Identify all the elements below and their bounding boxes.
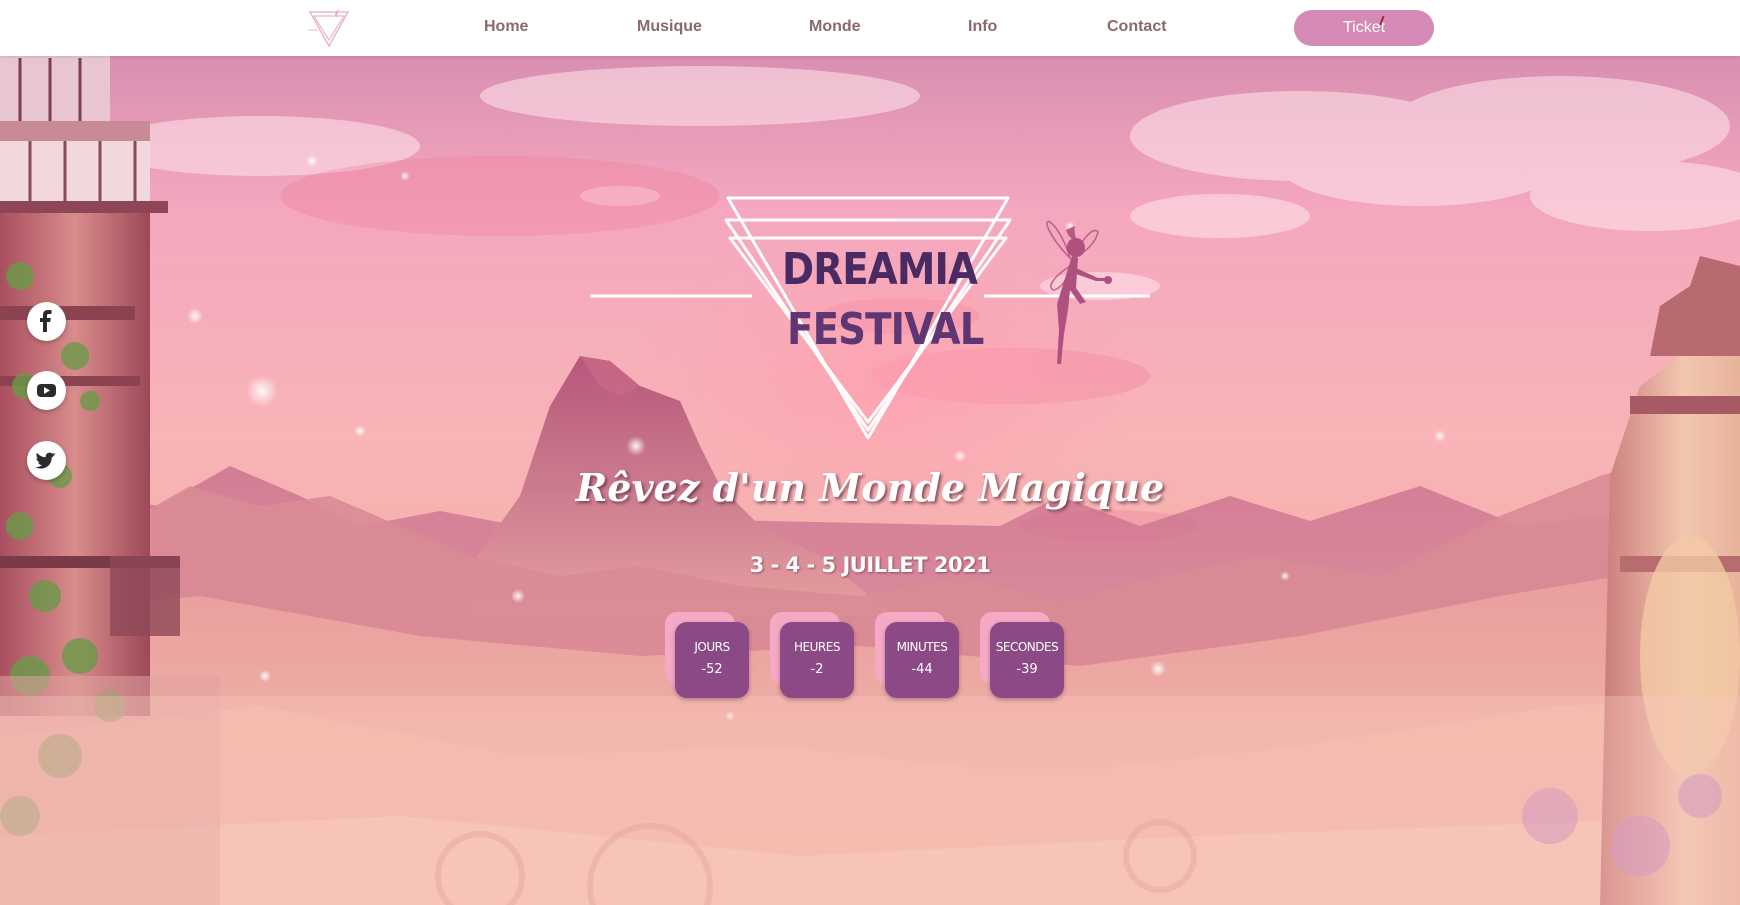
countdown-label: MINUTES xyxy=(896,640,948,654)
nav-link-contact[interactable]: Contact xyxy=(1107,18,1167,36)
nav-link-monde[interactable]: Monde xyxy=(809,18,861,36)
festival-logo-icon[interactable] xyxy=(306,6,352,50)
facebook-button[interactable] xyxy=(27,302,66,341)
fairy-icon xyxy=(1046,220,1112,364)
festival-dates: 3 - 4 - 5 JUILLET 2021 xyxy=(749,553,991,577)
countdown-value: -2 xyxy=(810,662,824,677)
countdown-label: SECONDES xyxy=(995,640,1059,654)
countdown-value: -52 xyxy=(701,662,723,677)
countdown-label: JOURS xyxy=(694,640,730,654)
facebook-icon xyxy=(40,310,52,332)
countdown-card xyxy=(675,622,749,698)
ticket-button[interactable]: Ticket xyxy=(1294,10,1434,46)
countdown-seconds: SECONDES -39 xyxy=(980,612,1064,698)
festival-logo: DREAMIA FESTIVAL xyxy=(588,190,1152,440)
twitter-button[interactable] xyxy=(27,441,66,480)
countdown-value: -44 xyxy=(911,662,933,677)
countdown-card xyxy=(780,622,854,698)
page: Home Musique Monde Info Contact Ticket D… xyxy=(0,0,1740,905)
logo-title-line1: DREAMIA xyxy=(782,244,978,295)
countdown-days: JOURS -52 xyxy=(665,612,749,698)
logo-title-line2: FESTIVAL xyxy=(787,304,984,355)
nav-link-home[interactable]: Home xyxy=(484,18,528,36)
countdown-hours: HEURES -2 xyxy=(770,612,854,698)
countdown-card xyxy=(885,622,959,698)
countdown-label: HEURES xyxy=(794,640,840,654)
nav-link-musique[interactable]: Musique xyxy=(637,18,702,36)
youtube-icon xyxy=(37,384,56,397)
youtube-button[interactable] xyxy=(27,371,66,410)
countdown-value: -39 xyxy=(1016,662,1038,677)
top-navbar: Home Musique Monde Info Contact Ticket xyxy=(0,0,1740,56)
nav-link-info[interactable]: Info xyxy=(968,18,997,36)
countdown-card xyxy=(990,622,1064,698)
tagline: Rêvez d'un Monde Magique xyxy=(575,465,1165,510)
countdown-minutes: MINUTES -44 xyxy=(875,612,959,698)
twitter-icon xyxy=(35,452,56,469)
